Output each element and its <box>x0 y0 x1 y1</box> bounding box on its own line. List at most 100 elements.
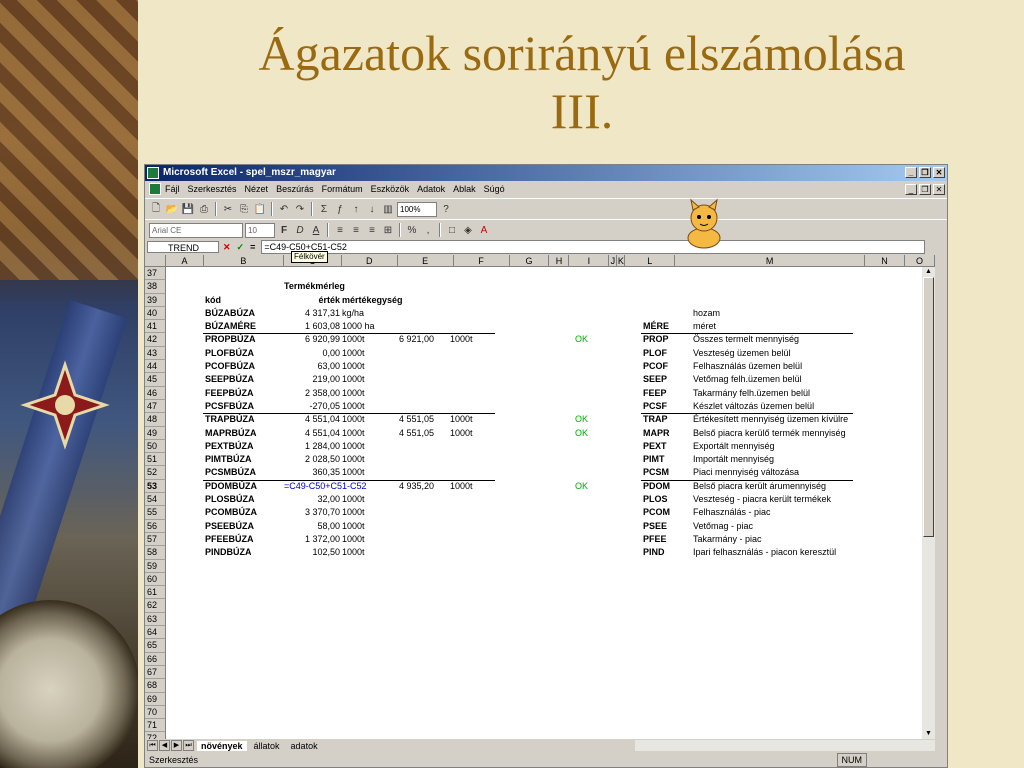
row-header[interactable]: 59 <box>145 559 166 573</box>
border-icon[interactable]: □ <box>445 223 459 237</box>
menu-2[interactable]: Nézet <box>241 181 273 198</box>
cell-c[interactable]: 2 358,00 <box>284 387 340 400</box>
cell-e[interactable]: 6 921,00 <box>399 333 434 346</box>
cell-d[interactable]: 1000 ha <box>342 320 375 333</box>
cell-l[interactable]: PEXT <box>643 440 667 453</box>
row-header[interactable]: 38 <box>145 280 166 294</box>
column-header[interactable]: O <box>904 255 935 267</box>
row-header[interactable]: 57 <box>145 532 166 547</box>
enter-icon[interactable]: ✓ <box>237 242 245 253</box>
percent-icon[interactable]: % <box>405 223 419 237</box>
cell-d[interactable]: 1000t <box>342 427 365 440</box>
cell-d[interactable]: kg/ha <box>342 307 364 320</box>
cell-l[interactable]: PCSM <box>643 466 669 479</box>
column-header[interactable]: G <box>509 255 550 267</box>
open-icon[interactable]: 📂 <box>165 202 179 216</box>
cell-c[interactable]: 4 551,04 <box>284 427 340 440</box>
help-icon[interactable]: ? <box>439 202 453 216</box>
cell-b[interactable]: PINDBÚZA <box>205 546 252 559</box>
row-header[interactable]: 64 <box>145 626 166 640</box>
sort-desc-icon[interactable]: ↓ <box>365 202 379 216</box>
cell-b[interactable]: BÚZABÚZA <box>205 307 255 320</box>
cell-h[interactable]: OK <box>575 333 588 346</box>
workbook-icon[interactable] <box>149 183 161 195</box>
row-header[interactable]: 55 <box>145 506 166 520</box>
cell-b[interactable]: MAPRBÚZA <box>205 427 257 440</box>
cell-d[interactable]: 1000t <box>342 493 365 506</box>
cell-d[interactable]: mértékegység <box>342 294 403 307</box>
cell-l[interactable]: PFEE <box>643 533 667 546</box>
row-header[interactable]: 51 <box>145 453 166 467</box>
paste-icon[interactable]: 📋 <box>253 202 267 216</box>
align-right-icon[interactable]: ≡ <box>365 223 379 237</box>
cell-e[interactable]: 4 935,20 <box>399 480 434 493</box>
cell-l[interactable]: PROP <box>643 333 669 346</box>
cell-d[interactable]: 1000t <box>342 333 365 346</box>
cell-l[interactable]: PCOF <box>643 360 668 373</box>
thousands-icon[interactable]: , <box>421 223 435 237</box>
cell-b[interactable]: PCOMBÚZA <box>205 506 257 519</box>
cell-l[interactable]: PCOM <box>643 506 670 519</box>
cell-d[interactable]: 1000t <box>342 373 365 386</box>
column-header[interactable]: A <box>165 255 204 267</box>
cell-c[interactable]: 0,00 <box>284 347 340 360</box>
row-header[interactable]: 39 <box>145 293 166 307</box>
doc-close-button[interactable]: ✕ <box>933 184 945 195</box>
cell-m[interactable]: Takarmány felh.üzemen belül <box>693 387 810 400</box>
copy-icon[interactable]: ⎘ <box>237 202 251 216</box>
row-header[interactable]: 66 <box>145 652 166 666</box>
name-box[interactable]: TREND <box>147 241 219 253</box>
cell-c[interactable]: 6 920,99 <box>284 333 340 346</box>
cell-d[interactable]: 1000t <box>342 387 365 400</box>
cell-d[interactable]: 1000t <box>342 440 365 453</box>
row-header[interactable]: 60 <box>145 572 166 587</box>
row-header[interactable]: 71 <box>145 719 166 733</box>
row-header[interactable]: 48 <box>145 413 166 427</box>
cell-b[interactable]: PFEEBÚZA <box>205 533 254 546</box>
cell-b[interactable]: BÚZAMÉRE <box>205 320 256 333</box>
cell-l[interactable]: PDOM <box>643 480 670 493</box>
close-button[interactable]: ✕ <box>933 167 945 178</box>
cell-f[interactable]: 1000t <box>450 480 473 493</box>
cell-l[interactable]: FEEP <box>643 387 667 400</box>
column-header[interactable]: I <box>569 255 610 267</box>
cell-h[interactable]: OK <box>575 413 588 426</box>
row-header[interactable]: 42 <box>145 333 166 347</box>
bold-icon[interactable]: F <box>277 223 291 237</box>
cell-m[interactable]: Vetőmag - piac <box>693 520 753 533</box>
cell-b[interactable]: TRAPBÚZA <box>205 413 255 426</box>
new-icon[interactable]: 🗋 <box>149 202 163 216</box>
column-header[interactable]: N <box>865 255 905 267</box>
fill-color-icon[interactable]: ◈ <box>461 223 475 237</box>
cell-l[interactable]: PIMT <box>643 453 665 466</box>
cell-e[interactable]: 4 551,05 <box>399 427 434 440</box>
cell-c[interactable]: Termékmérleg <box>284 280 345 293</box>
cell-m[interactable]: Belső piacra kerülő termék mennyiség <box>693 427 846 440</box>
row-header[interactable]: 63 <box>145 612 166 627</box>
menu-1[interactable]: Szerkesztés <box>184 181 241 198</box>
cell-b[interactable]: PLOFBÚZA <box>205 347 254 360</box>
restore-button[interactable]: ❐ <box>919 167 931 178</box>
menu-6[interactable]: Adatok <box>413 181 449 198</box>
formula-input[interactable]: =C49-C50+C51-C52 <box>261 240 926 254</box>
cell-e[interactable]: 4 551,05 <box>399 413 434 426</box>
cell-b[interactable]: FEEPBÚZA <box>205 387 254 400</box>
print-icon[interactable]: ⎙ <box>197 202 211 216</box>
row-header[interactable]: 56 <box>145 519 166 533</box>
cell-b[interactable]: PCSFBÚZA <box>205 400 254 413</box>
scroll-thumb[interactable] <box>923 277 934 537</box>
column-header[interactable]: K <box>617 255 626 267</box>
italic-icon[interactable]: D <box>293 223 307 237</box>
spreadsheet-grid[interactable]: ABCDEFGHIJKLMNO 3738 Termékmérleg 39 kód ért… <box>145 255 935 739</box>
cell-l[interactable]: PIND <box>643 546 665 559</box>
cell-b[interactable]: SEEPBÚZA <box>205 373 254 386</box>
autosum-icon[interactable]: Σ <box>317 202 331 216</box>
cell-d[interactable]: 1000t <box>342 360 365 373</box>
column-header[interactable]: F <box>453 255 510 267</box>
cell-b[interactable]: PROPBÚZA <box>205 333 256 346</box>
cell-c[interactable]: 219,00 <box>284 373 340 386</box>
merge-icon[interactable]: ⊞ <box>381 223 395 237</box>
row-header[interactable]: 67 <box>145 665 166 680</box>
cell-m[interactable]: Piaci mennyiség változása <box>693 466 799 479</box>
cell-l[interactable]: PLOF <box>643 347 667 360</box>
